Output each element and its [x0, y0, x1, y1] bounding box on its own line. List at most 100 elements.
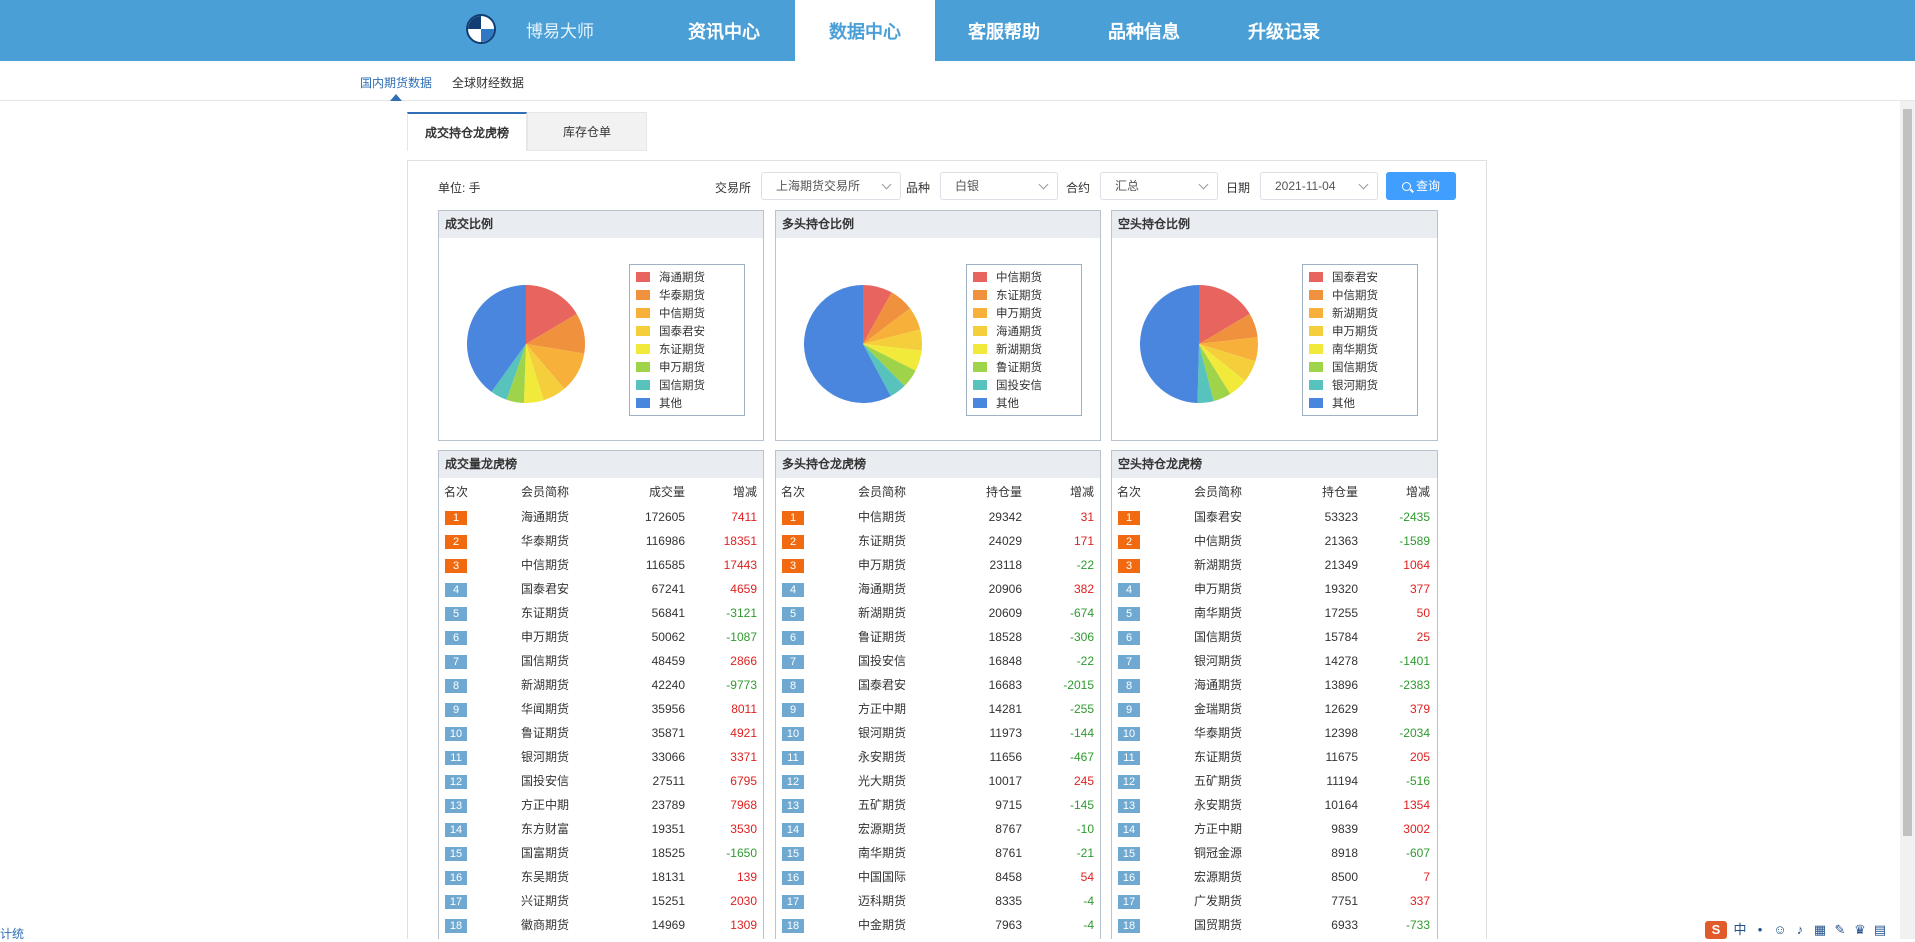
table-row[interactable]: 2 东证期货 24029 171: [776, 529, 1100, 553]
legend-item[interactable]: 其他: [636, 395, 682, 413]
table-row[interactable]: 9 华闻期货 35956 8011: [439, 697, 763, 721]
table-row[interactable]: 10 华泰期货 12398 -2034: [1112, 721, 1437, 745]
nav-tab-changelog[interactable]: 升级记录: [1220, 0, 1348, 61]
table-row[interactable]: 2 中信期货 21363 -1589: [1112, 529, 1437, 553]
table-row[interactable]: 5 东证期货 56841 -3121: [439, 601, 763, 625]
table-header[interactable]: 成交量: [599, 479, 685, 505]
legend-item[interactable]: 中信期货: [636, 305, 705, 323]
table-row[interactable]: 1 中信期货 29342 31: [776, 505, 1100, 529]
tray-icon[interactable]: ✎: [1833, 922, 1847, 937]
nav-tab-news[interactable]: 资讯中心: [660, 0, 788, 61]
scrollbar-thumb[interactable]: [1903, 109, 1912, 836]
tray-icon[interactable]: ♛: [1853, 922, 1867, 937]
table-header[interactable]: 增减: [689, 479, 757, 505]
legend-item[interactable]: 东证期货: [636, 341, 705, 359]
table-row[interactable]: 8 国泰君安 16683 -2015: [776, 673, 1100, 697]
legend-item[interactable]: 中信期货: [1309, 287, 1378, 305]
table-row[interactable]: 3 新湖期货 21349 1064: [1112, 553, 1437, 577]
table-header[interactable]: 会员简称: [858, 479, 938, 505]
table-row[interactable]: 17 迈科期货 8335 -4: [776, 889, 1100, 913]
table-header[interactable]: 会员简称: [521, 479, 601, 505]
table-row[interactable]: 6 申万期货 50062 -1087: [439, 625, 763, 649]
legend-item[interactable]: 国泰君安: [1309, 269, 1378, 287]
table-row[interactable]: 6 国信期货 15784 25: [1112, 625, 1437, 649]
table-row[interactable]: 12 五矿期货 11194 -516: [1112, 769, 1437, 793]
nav-tab-data[interactable]: 数据中心: [795, 0, 935, 61]
legend-item[interactable]: 中信期货: [973, 269, 1042, 287]
table-row[interactable]: 10 鲁证期货 35871 4921: [439, 721, 763, 745]
table-row[interactable]: 10 银河期货 11973 -144: [776, 721, 1100, 745]
table-row[interactable]: 7 银河期货 14278 -1401: [1112, 649, 1437, 673]
pie-slice[interactable]: [1140, 285, 1199, 403]
page-scrollbar[interactable]: [1900, 101, 1915, 939]
tray-icon[interactable]: 中: [1733, 922, 1747, 937]
nav-tab-help[interactable]: 客服帮助: [940, 0, 1068, 61]
table-row[interactable]: 15 国富期货 18525 -1650: [439, 841, 763, 865]
table-header[interactable]: 名次: [1117, 479, 1157, 505]
table-row[interactable]: 18 中金期货 7963 -4: [776, 913, 1100, 937]
table-row[interactable]: 13 方正中期 23789 7968: [439, 793, 763, 817]
tray-icon[interactable]: •: [1753, 922, 1767, 937]
legend-item[interactable]: 东证期货: [973, 287, 1042, 305]
table-header[interactable]: 名次: [781, 479, 821, 505]
table-row[interactable]: 14 方正中期 9839 3002: [1112, 817, 1437, 841]
table-row[interactable]: 3 申万期货 23118 -22: [776, 553, 1100, 577]
legend-item[interactable]: 新湖期货: [1309, 305, 1378, 323]
legend-item[interactable]: 申万期货: [973, 305, 1042, 323]
table-row[interactable]: 5 南华期货 17255 50: [1112, 601, 1437, 625]
query-button[interactable]: 查询: [1386, 172, 1456, 200]
table-row[interactable]: 14 东方财富 19351 3530: [439, 817, 763, 841]
table-header[interactable]: 会员简称: [1194, 479, 1274, 505]
tray-icon[interactable]: ♪: [1793, 922, 1807, 937]
table-row[interactable]: 18 徽商期货 14969 1309: [439, 913, 763, 937]
table-row[interactable]: 7 国投安信 16848 -22: [776, 649, 1100, 673]
legend-item[interactable]: 国泰君安: [636, 323, 705, 341]
table-row[interactable]: 11 银河期货 33066 3371: [439, 745, 763, 769]
table-row[interactable]: 14 宏源期货 8767 -10: [776, 817, 1100, 841]
table-row[interactable]: 16 宏源期货 8500 7: [1112, 865, 1437, 889]
table-row[interactable]: 12 光大期货 10017 245: [776, 769, 1100, 793]
table-row[interactable]: 16 中国国际 8458 54: [776, 865, 1100, 889]
legend-item[interactable]: 华泰期货: [636, 287, 705, 305]
subnav-global-finance[interactable]: 全球财经数据: [452, 74, 524, 91]
legend-item[interactable]: 新湖期货: [973, 341, 1042, 359]
legend-item[interactable]: 其他: [1309, 395, 1355, 413]
legend-item[interactable]: 申万期货: [1309, 323, 1378, 341]
table-row[interactable]: 8 海通期货 13896 -2383: [1112, 673, 1437, 697]
table-row[interactable]: 2 华泰期货 116986 18351: [439, 529, 763, 553]
table-row[interactable]: 18 国贸期货 6933 -733: [1112, 913, 1437, 937]
table-row[interactable]: 9 方正中期 14281 -255: [776, 697, 1100, 721]
variety-select[interactable]: 白银: [940, 172, 1058, 200]
table-row[interactable]: 11 永安期货 11656 -467: [776, 745, 1100, 769]
table-row[interactable]: 3 中信期货 116585 17443: [439, 553, 763, 577]
legend-item[interactable]: 其他: [973, 395, 1019, 413]
table-row[interactable]: 6 鲁证期货 18528 -306: [776, 625, 1100, 649]
tray-icon[interactable]: ☺: [1773, 922, 1787, 937]
legend-item[interactable]: 海通期货: [973, 323, 1042, 341]
legend-item[interactable]: 国信期货: [636, 377, 705, 395]
table-row[interactable]: 15 南华期货 8761 -21: [776, 841, 1100, 865]
legend-item[interactable]: 南华期货: [1309, 341, 1378, 359]
brand[interactable]: 博易大师: [466, 14, 594, 44]
table-row[interactable]: 1 海通期货 172605 7411: [439, 505, 763, 529]
tray-icon[interactable]: ▤: [1873, 922, 1887, 937]
date-picker[interactable]: 2021-11-04: [1260, 172, 1378, 200]
table-row[interactable]: 17 广发期货 7751 337: [1112, 889, 1437, 913]
table-header[interactable]: 持仓量: [936, 479, 1022, 505]
table-row[interactable]: 4 申万期货 19320 377: [1112, 577, 1437, 601]
table-row[interactable]: 16 东吴期货 18131 139: [439, 865, 763, 889]
table-row[interactable]: 9 金瑞期货 12629 379: [1112, 697, 1437, 721]
tab-ranking[interactable]: 成交持仓龙虎榜: [407, 112, 527, 151]
table-row[interactable]: 11 东证期货 11675 205: [1112, 745, 1437, 769]
legend-item[interactable]: 海通期货: [636, 269, 705, 287]
table-header[interactable]: 名次: [444, 479, 484, 505]
table-header[interactable]: 增减: [1362, 479, 1430, 505]
legend-item[interactable]: 鲁证期货: [973, 359, 1042, 377]
legend-item[interactable]: 银河期货: [1309, 377, 1378, 395]
table-row[interactable]: 7 国信期货 48459 2866: [439, 649, 763, 673]
table-row[interactable]: 15 铜冠金源 8918 -607: [1112, 841, 1437, 865]
table-header[interactable]: 增减: [1026, 479, 1094, 505]
table-row[interactable]: 13 五矿期货 9715 -145: [776, 793, 1100, 817]
legend-item[interactable]: 国信期货: [1309, 359, 1378, 377]
tray-icon[interactable]: ▦: [1813, 922, 1827, 937]
